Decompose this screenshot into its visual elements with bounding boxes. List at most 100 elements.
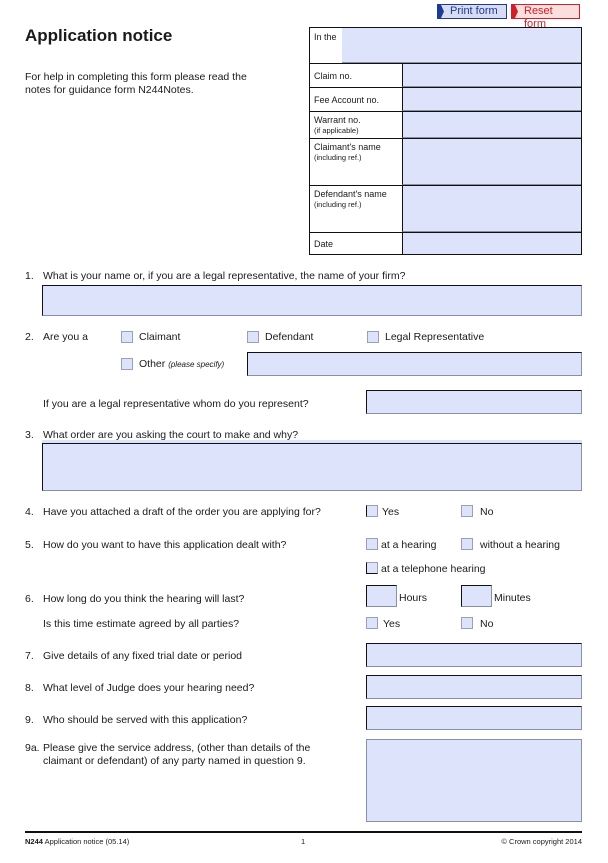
represent-input[interactable]	[366, 390, 582, 414]
telephone-hearing-checkbox[interactable]	[366, 562, 378, 574]
date-field[interactable]	[402, 233, 581, 254]
fee-account-label: Fee Account no.	[314, 95, 380, 105]
q3-number: 3.	[25, 429, 34, 441]
reset-form-button[interactable]: Reset form	[511, 4, 580, 30]
print-arrow-icon	[438, 5, 444, 18]
page-title: Application notice	[25, 26, 173, 45]
q6-agreed-text: Is this time estimate agreed by all part…	[43, 618, 240, 630]
q1-name-input[interactable]	[42, 285, 582, 316]
q9-text: Who should be served with this applicati…	[43, 714, 248, 726]
q4-yes-checkbox[interactable]	[366, 505, 378, 517]
claimant-label: Claimant's name (including ref.)	[314, 142, 381, 162]
q2-number: 2.	[25, 331, 34, 343]
q9-number: 9.	[25, 714, 34, 726]
defendant-name-label: Defendant's name	[314, 189, 387, 199]
q6-text: How long do you think the hearing will l…	[43, 593, 245, 605]
q6-yes-label: Yes	[383, 618, 401, 630]
q4-yes-label: Yes	[382, 506, 400, 518]
q4-no-checkbox[interactable]	[461, 505, 473, 517]
footer-form-code: N244	[25, 837, 43, 846]
defendant-label: Defendant's name (including ref.)	[314, 189, 387, 209]
claimant-sub-label: (including ref.)	[314, 153, 362, 162]
judge-level-input[interactable]	[366, 675, 582, 699]
hours-input[interactable]	[366, 585, 397, 607]
q9a-number: 9a.	[25, 742, 40, 754]
other-specify-input[interactable]	[247, 352, 582, 376]
q7-text: Give details of any fixed trial date or …	[43, 650, 243, 662]
fee-account-row: Fee Account no.	[310, 87, 581, 111]
fee-account-field[interactable]	[402, 88, 581, 111]
minutes-input[interactable]	[461, 585, 492, 607]
q5-number: 5.	[25, 539, 34, 551]
minutes-label: Minutes	[494, 592, 531, 604]
footer-copyright: © Crown copyright 2014	[501, 837, 582, 846]
q7-number: 7.	[25, 650, 34, 662]
without-hearing-checkbox[interactable]	[461, 538, 473, 550]
footer-page-number: 1	[301, 837, 306, 846]
defendant-option-label: Defendant	[265, 331, 314, 343]
claim-no-field[interactable]	[402, 64, 581, 87]
q8-text: What level of Judge does your hearing ne…	[43, 682, 255, 694]
q6-yes-checkbox[interactable]	[366, 617, 378, 629]
q9a-text-line1: Please give the service address, (other …	[43, 742, 311, 754]
warrant-row: Warrant no. (if applicable)	[310, 111, 581, 138]
print-form-button[interactable]: Print form	[437, 4, 507, 19]
defendant-sub-label: (including ref.)	[314, 200, 362, 209]
q2-text: Are you a	[43, 331, 88, 343]
q9a-text-line2: claimant or defendant) of any party name…	[43, 755, 306, 767]
warrant-label: Warrant no. (if applicable)	[314, 115, 361, 135]
other-hint: (please specify)	[168, 360, 225, 369]
q6-no-checkbox[interactable]	[461, 617, 473, 629]
claimant-name-field[interactable]	[402, 139, 581, 185]
q1-number: 1.	[25, 270, 34, 282]
legal-representative-option-label: Legal Representative	[385, 331, 485, 343]
footer-form-name: Application notice (05.14)	[44, 837, 130, 846]
q5-text: How do you want to have this application…	[43, 539, 287, 551]
print-form-label: Print form	[450, 5, 498, 17]
q3-order-input[interactable]	[42, 443, 582, 491]
q4-text: Have you attached a draft of the order y…	[43, 506, 321, 518]
claim-no-row: Claim no.	[310, 63, 581, 87]
claimant-name-label: Claimant's name	[314, 142, 381, 152]
date-row: Date	[310, 232, 581, 254]
without-hearing-label: without a hearing	[480, 539, 560, 551]
telephone-hearing-label: at a telephone hearing	[381, 563, 486, 575]
footer-form-id: N244 Application notice (05.14)	[25, 837, 129, 846]
claimant-checkbox[interactable]	[121, 331, 133, 343]
date-label: Date	[314, 239, 334, 249]
at-hearing-label: at a hearing	[381, 539, 437, 551]
reset-arrow-icon	[512, 5, 518, 18]
help-text-line2: notes for guidance form N244Notes.	[25, 84, 194, 96]
in-the-field[interactable]	[342, 28, 581, 63]
defendant-name-field[interactable]	[402, 186, 581, 232]
claim-no-label: Claim no.	[314, 71, 353, 81]
hours-label: Hours	[399, 592, 428, 604]
footer-divider	[25, 831, 582, 833]
q6-no-label: No	[480, 618, 494, 630]
q4-number: 4.	[25, 506, 34, 518]
legal-representative-checkbox[interactable]	[367, 331, 379, 343]
trial-date-input[interactable]	[366, 643, 582, 667]
q8-number: 8.	[25, 682, 34, 694]
defendant-row: Defendant's name (including ref.)	[310, 185, 581, 232]
other-option-label: Other (please specify)	[139, 358, 224, 370]
claimant-row: Claimant's name (including ref.)	[310, 138, 581, 185]
warrant-no-field[interactable]	[402, 112, 581, 138]
other-checkbox[interactable]	[121, 358, 133, 370]
warrant-no-label: Warrant no.	[314, 115, 361, 125]
q1-text: What is your name or, if you are a legal…	[43, 270, 406, 282]
defendant-checkbox[interactable]	[247, 331, 259, 343]
q6-number: 6.	[25, 593, 34, 605]
in-the-row: In the	[310, 28, 581, 63]
q4-no-label: No	[480, 506, 494, 518]
claimant-option-label: Claimant	[139, 331, 181, 343]
in-the-label: In the	[314, 32, 337, 42]
service-address-input[interactable]	[366, 739, 582, 822]
other-label: Other	[139, 358, 166, 370]
served-party-input[interactable]	[366, 706, 582, 730]
help-text-line1: For help in completing this form please …	[25, 71, 247, 83]
court-details-box: In the Claim no. Fee Account no. Warrant…	[309, 27, 582, 255]
warrant-sub-label: (if applicable)	[314, 126, 359, 135]
at-hearing-checkbox[interactable]	[366, 538, 378, 550]
q2-rep-text: If you are a legal representative whom d…	[43, 398, 309, 410]
